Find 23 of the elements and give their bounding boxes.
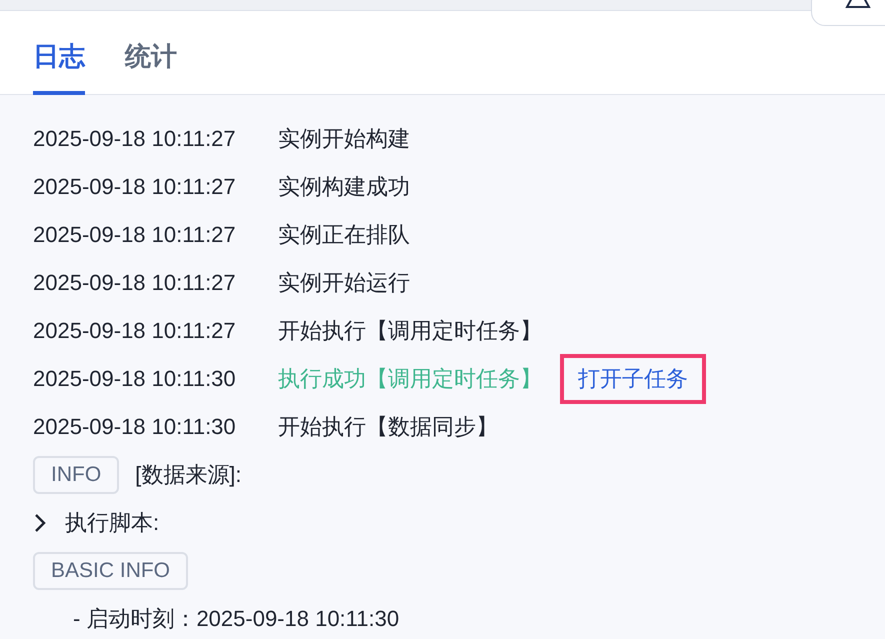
log-time: 2025-09-18 10:11:27 (33, 318, 237, 344)
log-message: 实例开始构建 (278, 125, 410, 153)
expand-toggle[interactable]: 执行脚本: (33, 508, 160, 538)
log-message: 开始执行【数据同步】 (278, 413, 498, 441)
log-time: 2025-09-18 10:11:30 (33, 414, 237, 440)
chevron-right-icon (33, 513, 47, 533)
log-message: 开始执行【调用定时任务】 (278, 317, 542, 345)
link[interactable]: 打开子任务 (560, 354, 706, 404)
log-message: [数据来源]: (135, 461, 242, 489)
log-time: 2025-09-18 10:11:27 (33, 126, 237, 152)
detail-text: - 启动时刻：2025-09-18 10:11:30 (72, 605, 400, 633)
log-time: 2025-09-18 10:11:30 (33, 366, 237, 392)
log-time: 2025-09-18 10:11:27 (33, 174, 237, 200)
tag: BASIC INFO (33, 552, 188, 590)
tab[interactable]: 日志 (33, 11, 85, 95)
tag: INFO (33, 456, 120, 494)
log-message: 实例构建成功 (278, 173, 410, 201)
log-time: 2025-09-18 10:11:27 (33, 222, 237, 248)
log-message: 实例正在排队 (278, 221, 410, 249)
log-time: 2025-09-18 10:11:27 (33, 270, 237, 296)
log-message: 实例开始运行 (278, 269, 410, 297)
tab[interactable]: 统计 (125, 11, 177, 95)
log-message: 执行成功【调用定时任务】 (278, 365, 542, 393)
